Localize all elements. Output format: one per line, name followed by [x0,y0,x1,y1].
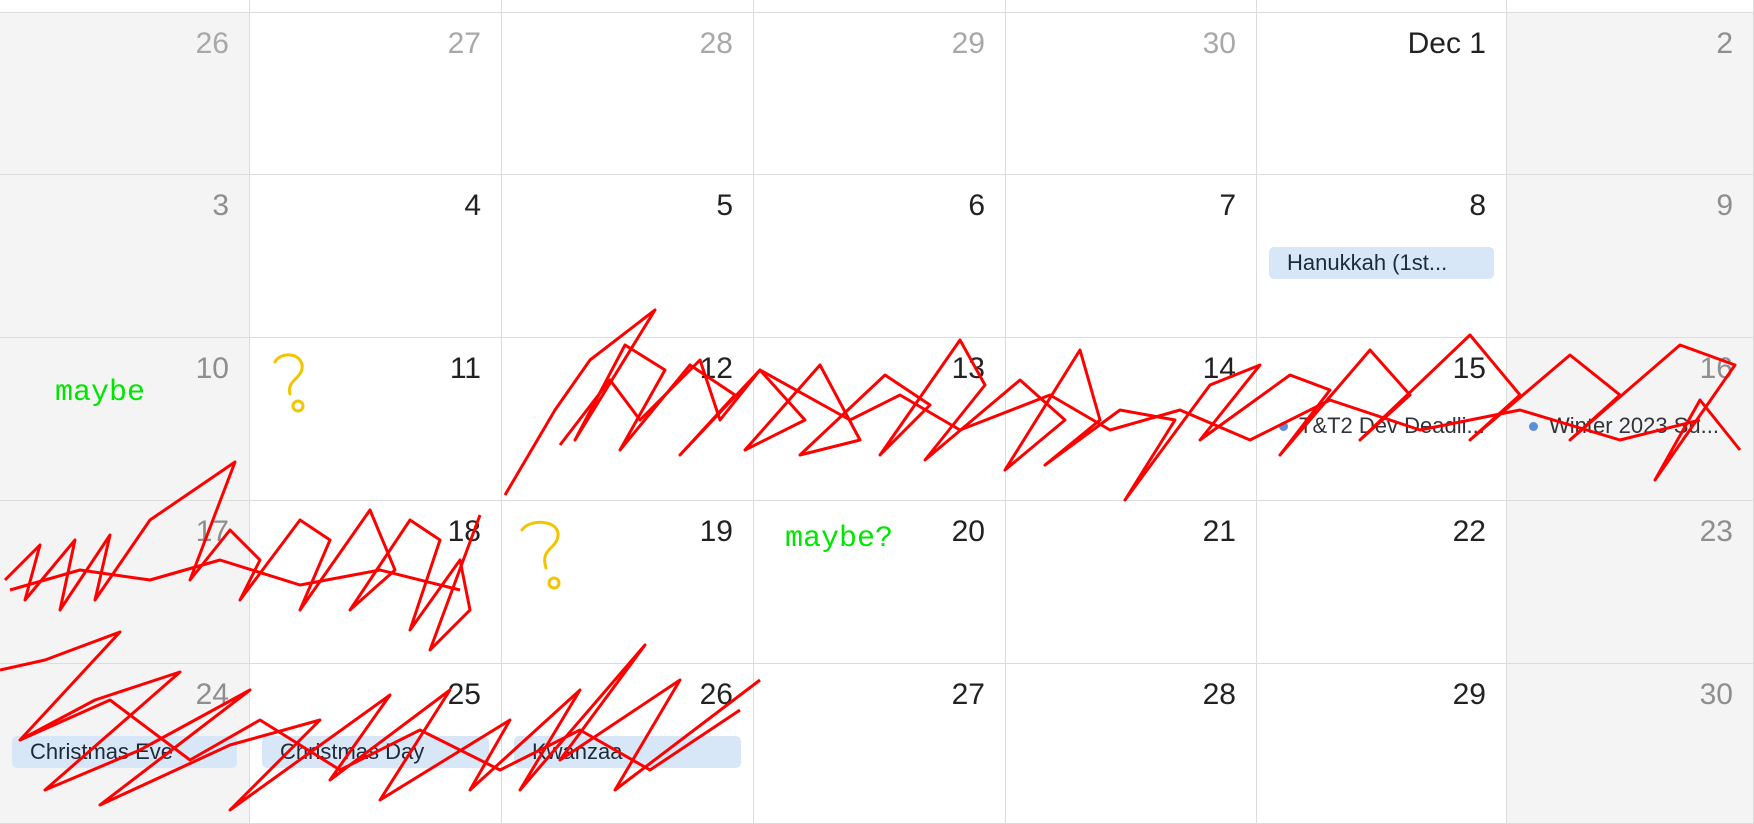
day-cell[interactable]: 5 [502,175,754,338]
day-number: 14 [1202,352,1236,385]
day-cell[interactable]: 22 [1257,501,1507,664]
month-grid: 26 27 28 29 30 Dec 1 2 3 4 5 6 7 8 Hanukkah (1st... 9 1… [0,13,1754,824]
strip-cell [250,0,502,13]
calendar-event[interactable]: Hanukkah (1st... [1269,247,1494,279]
day-number: 26 [699,678,733,711]
day-number: 8 [1469,189,1486,222]
strip-cell [1257,0,1507,13]
day-cell[interactable]: 26 [0,13,250,175]
day-number: 11 [449,352,481,385]
day-cell[interactable]: Dec 1 [1257,13,1507,175]
strip-cell [754,0,1006,13]
calendar-event[interactable]: T&T2 Dev Deadli... [1269,410,1494,442]
calendar-event[interactable]: Winter 2023 Su... [1519,410,1741,442]
strip-cell [1507,0,1754,13]
day-number: 26 [195,27,229,60]
day-cell[interactable]: 10 [0,338,250,501]
day-cell[interactable]: 14 [1006,338,1257,501]
day-cell[interactable]: 27 [754,664,1006,824]
day-number: 21 [1202,515,1236,548]
day-number: 27 [951,678,985,711]
day-number: 27 [447,27,481,60]
day-number: 30 [1202,27,1236,60]
day-cell[interactable]: 13 [754,338,1006,501]
day-cell[interactable]: 4 [250,175,502,338]
day-number: 5 [716,189,733,222]
annotation-maybe: maybe [55,376,146,410]
day-number: 20 [951,515,985,548]
day-number: 18 [447,515,481,548]
day-cell[interactable]: 28 [502,13,754,175]
day-number: Dec 1 [1407,27,1486,60]
day-number: 19 [699,515,733,548]
annotation-maybe-question: maybe? [785,522,894,556]
day-cell[interactable]: 12 [502,338,754,501]
day-cell[interactable]: 28 [1006,664,1257,824]
day-cell[interactable]: 6 [754,175,1006,338]
strip-cell [502,0,754,13]
day-number: 10 [195,352,229,385]
day-number: 28 [699,27,733,60]
day-cell[interactable]: 24 Christmas Eve [0,664,250,824]
day-number: 28 [1202,678,1236,711]
day-number: 17 [195,515,229,548]
day-number: 13 [951,352,985,385]
day-number: 7 [1219,189,1236,222]
day-cell[interactable]: 27 [250,13,502,175]
day-cell[interactable]: 7 [1006,175,1257,338]
day-cell[interactable]: 25 Christmas Day [250,664,502,824]
calendar-event[interactable]: Christmas Day [262,736,489,768]
previous-week-strip [0,0,1754,13]
strip-cell [0,0,250,13]
day-cell[interactable]: 8 Hanukkah (1st... [1257,175,1507,338]
day-number: 22 [1452,515,1486,548]
day-cell[interactable]: 2 [1507,13,1754,175]
day-cell[interactable]: 15 T&T2 Dev Deadli... [1257,338,1507,501]
day-cell[interactable]: 9 [1507,175,1754,338]
day-number: 16 [1699,352,1733,385]
day-cell[interactable]: 29 [754,13,1006,175]
day-number: 29 [951,27,985,60]
day-cell[interactable]: 30 [1006,13,1257,175]
day-number: 15 [1452,352,1486,385]
day-number: 3 [212,189,229,222]
day-cell[interactable]: 17 [0,501,250,664]
day-cell[interactable]: 18 [250,501,502,664]
day-number: 4 [464,189,481,222]
day-cell[interactable]: 19 [502,501,754,664]
day-cell[interactable]: 21 [1006,501,1257,664]
strip-cell [1006,0,1257,13]
day-number: 25 [447,678,481,711]
day-number: 12 [699,352,733,385]
day-number: 2 [1716,27,1733,60]
calendar-event[interactable]: Christmas Eve [12,736,237,768]
day-number: 24 [195,678,229,711]
day-cell[interactable]: 11 [250,338,502,501]
day-number: 23 [1699,515,1733,548]
day-cell[interactable]: 3 [0,175,250,338]
day-cell[interactable]: 26 Kwanzaa [502,664,754,824]
day-cell[interactable]: 23 [1507,501,1754,664]
calendar-event[interactable]: Kwanzaa [514,736,741,768]
day-number: 29 [1452,678,1486,711]
day-cell[interactable]: 16 Winter 2023 Su... [1507,338,1754,501]
day-cell[interactable]: 30 [1507,664,1754,824]
day-number: 9 [1716,189,1733,222]
day-number: 30 [1699,678,1733,711]
day-cell[interactable]: 29 [1257,664,1507,824]
day-number: 6 [968,189,985,222]
